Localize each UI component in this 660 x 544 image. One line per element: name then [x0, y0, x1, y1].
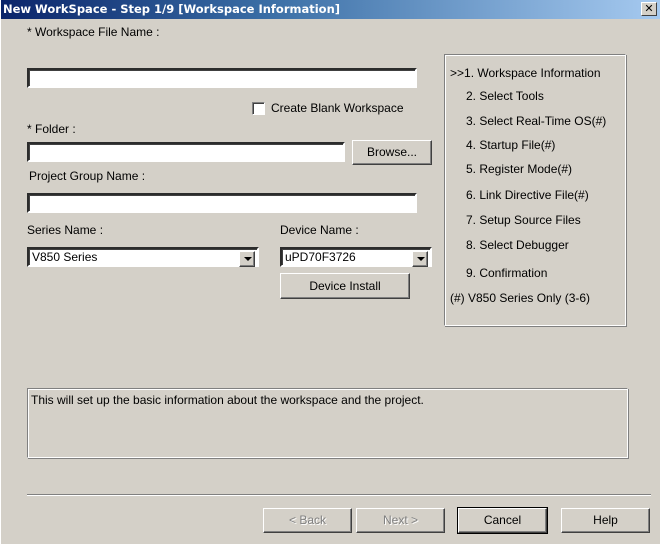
step-item: 4. Startup File(#): [466, 138, 556, 152]
cancel-button[interactable]: Cancel: [457, 507, 548, 534]
create-blank-workspace-label: Create Blank Workspace: [271, 101, 404, 115]
separator: [27, 494, 651, 496]
series-name-label: Series Name :: [27, 223, 104, 237]
workspace-file-name-label: * Workspace File Name :: [27, 25, 160, 39]
step-item: 5. Register Mode(#): [466, 162, 573, 176]
step-item: 2. Select Tools: [466, 89, 544, 103]
close-icon[interactable]: ✕: [641, 2, 657, 16]
step-item: 9. Confirmation: [466, 266, 548, 280]
create-blank-workspace-checkbox[interactable]: [252, 102, 265, 115]
device-install-button[interactable]: Device Install: [280, 273, 410, 299]
series-name-value: V850 Series: [32, 250, 98, 264]
description-box: This will set up the basic information a…: [27, 388, 628, 458]
chevron-down-icon[interactable]: [239, 251, 255, 267]
title-bar: New WorkSpace - Step 1/9 [Workspace Info…: [1, 0, 660, 19]
project-group-name-input[interactable]: [27, 193, 417, 213]
help-button[interactable]: Help: [561, 508, 650, 533]
back-button[interactable]: < Back: [263, 508, 352, 533]
workspace-file-name-input[interactable]: [27, 68, 417, 88]
step-item: 6. Link Directive File(#): [466, 188, 589, 202]
project-group-name-label: Project Group Name :: [29, 169, 146, 183]
step-item: 3. Select Real-Time OS(#): [466, 114, 607, 128]
device-name-select[interactable]: uPD70F3726: [280, 247, 432, 267]
device-name-label: Device Name :: [280, 223, 359, 237]
folder-input[interactable]: [27, 142, 345, 162]
folder-label: * Folder :: [27, 122, 76, 136]
step-item: 8. Select Debugger: [466, 238, 569, 252]
new-workspace-dialog: New WorkSpace - Step 1/9 [Workspace Info…: [0, 0, 660, 544]
next-button[interactable]: Next >: [356, 508, 445, 533]
window-title: New WorkSpace - Step 1/9 [Workspace Info…: [3, 2, 341, 16]
description-text: This will set up the basic information a…: [31, 393, 424, 407]
step-item-current: >>1. Workspace Information: [450, 66, 601, 80]
chevron-down-icon[interactable]: [412, 251, 428, 267]
device-name-value: uPD70F3726: [285, 250, 356, 264]
steps-note: (#) V850 Series Only (3-6): [450, 291, 591, 305]
steps-panel: >>1. Workspace Information 2. Select Too…: [444, 54, 626, 326]
series-name-select[interactable]: V850 Series: [27, 247, 259, 267]
step-item: 7. Setup Source Files: [466, 213, 581, 227]
browse-button[interactable]: Browse...: [352, 140, 432, 165]
